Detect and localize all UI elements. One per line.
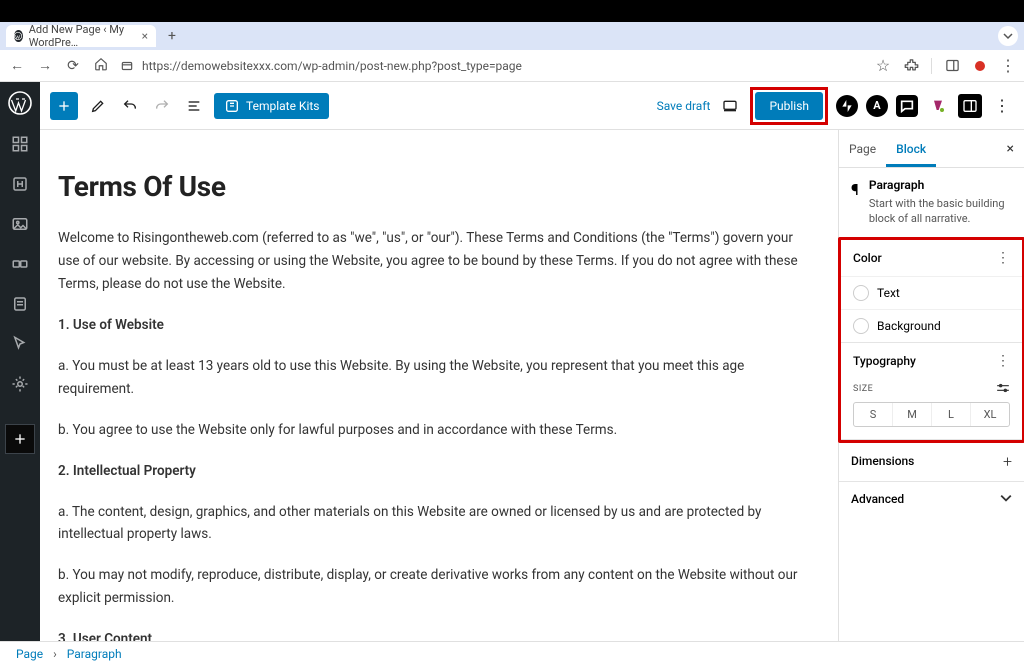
- publish-highlight: Publish: [750, 87, 828, 125]
- document-icon[interactable]: [0, 284, 40, 324]
- redo-button[interactable]: [150, 94, 174, 118]
- tab-block[interactable]: Block: [886, 130, 936, 167]
- color-text-row[interactable]: Text: [841, 276, 1022, 309]
- yoast-icon[interactable]: [926, 94, 950, 118]
- settings-sidebar: Page Block × ¶ Paragraph Start with the …: [838, 130, 1024, 641]
- section-heading-1[interactable]: 1. Use of Website: [58, 314, 798, 337]
- paragraph-block-icon: ¶: [851, 178, 859, 199]
- size-label: SIZE: [853, 384, 873, 394]
- wp-admin-sidebar: [0, 82, 40, 641]
- block-type-desc: Start with the basic building block of a…: [869, 196, 1012, 227]
- gear-icon[interactable]: [0, 364, 40, 404]
- url-text: https://demowebsitexxx.com/wp-admin/post…: [142, 59, 522, 73]
- dimensions-label: Dimensions: [851, 454, 914, 468]
- window-dropdown-button[interactable]: [998, 26, 1018, 46]
- template-kits-button[interactable]: Template Kits: [214, 93, 329, 119]
- dimensions-add-icon[interactable]: +: [1003, 452, 1012, 471]
- back-button[interactable]: ←: [8, 57, 26, 74]
- bookmark-star-icon[interactable]: ☆: [875, 58, 891, 74]
- wordpress-logo-icon[interactable]: [5, 88, 35, 118]
- section-heading-3[interactable]: 3. User Content: [58, 628, 798, 641]
- typography-heading-label: Typography: [853, 354, 916, 368]
- insert-block-button[interactable]: [50, 92, 78, 120]
- paragraph-1b[interactable]: b. You agree to use the Website only for…: [58, 419, 798, 442]
- columns-icon[interactable]: [0, 244, 40, 284]
- color-heading-label: Color: [853, 251, 882, 265]
- color-panel-header[interactable]: Color ⋮: [841, 240, 1022, 276]
- save-draft-button[interactable]: Save draft: [657, 99, 711, 113]
- template-kits-label: Template Kits: [246, 99, 319, 113]
- crumb-separator-icon: ›: [53, 647, 57, 661]
- image-icon[interactable]: [0, 204, 40, 244]
- color-options-icon[interactable]: ⋮: [996, 250, 1010, 266]
- advanced-label: Advanced: [851, 492, 904, 506]
- reload-button[interactable]: ⟳: [64, 58, 82, 74]
- paragraph-intro[interactable]: Welcome to Risingontheweb.com (referred …: [58, 227, 798, 296]
- browser-tab-title: Add New Page ‹ My WordPre…: [29, 23, 136, 49]
- font-size-presets: S M L XL: [853, 402, 1010, 427]
- crumb-block[interactable]: Paragraph: [67, 647, 122, 661]
- paragraph-1a[interactable]: a. You must be at least 13 years old to …: [58, 355, 798, 401]
- dimensions-panel-header[interactable]: Dimensions +: [839, 442, 1024, 481]
- sidebar-close-icon[interactable]: ×: [997, 141, 1024, 157]
- size-m-button[interactable]: M: [893, 403, 932, 426]
- tab-close-icon[interactable]: ×: [142, 30, 148, 42]
- extensions-icon[interactable]: [903, 58, 919, 74]
- color-background-row[interactable]: Background: [841, 309, 1022, 342]
- grid-icon[interactable]: [0, 124, 40, 164]
- color-text-label: Text: [877, 286, 900, 300]
- background-color-swatch: [853, 318, 869, 334]
- size-xl-button[interactable]: XL: [971, 403, 1009, 426]
- heading-icon[interactable]: [0, 164, 40, 204]
- browser-tab[interactable]: Add New Page ‹ My WordPre… ×: [6, 25, 156, 47]
- panel-icon[interactable]: [944, 58, 960, 74]
- crumb-page[interactable]: Page: [16, 647, 43, 661]
- text-color-swatch: [853, 285, 869, 301]
- typography-panel-header[interactable]: Typography ⋮: [841, 343, 1022, 379]
- browser-menu-icon[interactable]: ⋮: [1000, 58, 1016, 74]
- outline-button[interactable]: [182, 94, 206, 118]
- jetpack-icon[interactable]: [836, 95, 858, 117]
- advanced-panel-header[interactable]: Advanced: [839, 482, 1024, 517]
- profile-dot-icon[interactable]: [972, 58, 988, 74]
- chat-icon[interactable]: [896, 95, 918, 117]
- typography-options-icon[interactable]: ⋮: [996, 353, 1010, 369]
- browser-address-bar: ← → ⟳ https://demowebsitexxx.com/wp-admi…: [0, 50, 1024, 82]
- paragraph-2a[interactable]: a. The content, design, graphics, and ot…: [58, 501, 798, 547]
- edit-mode-icon[interactable]: [86, 94, 110, 118]
- cursor-icon[interactable]: [0, 324, 40, 364]
- options-menu-icon[interactable]: ⋮: [990, 94, 1014, 118]
- size-l-button[interactable]: L: [932, 403, 971, 426]
- forward-button[interactable]: →: [36, 57, 54, 74]
- add-block-sidebar-button[interactable]: [5, 424, 35, 454]
- color-typo-highlight: Color ⋮ Text Background: [838, 237, 1024, 443]
- site-info-icon[interactable]: [120, 59, 134, 73]
- undo-button[interactable]: [118, 94, 142, 118]
- size-custom-icon[interactable]: [996, 383, 1010, 396]
- color-background-label: Background: [877, 319, 941, 333]
- editor-toolbar: Template Kits Save draft Publish A ⋮: [40, 82, 1024, 130]
- home-button[interactable]: [92, 57, 110, 75]
- url-box[interactable]: https://demowebsitexxx.com/wp-admin/post…: [120, 59, 865, 73]
- publish-button[interactable]: Publish: [755, 92, 823, 120]
- size-s-button[interactable]: S: [854, 403, 893, 426]
- astra-icon[interactable]: A: [866, 95, 888, 117]
- settings-sidebar-toggle[interactable]: [958, 94, 982, 118]
- editor-canvas[interactable]: Terms Of Use Welcome to Risingontheweb.c…: [40, 130, 838, 641]
- new-tab-button[interactable]: +: [162, 26, 182, 46]
- block-type-title: Paragraph: [869, 178, 1012, 192]
- window-blackbar: [0, 0, 1024, 22]
- wordpress-favicon-icon: [14, 30, 23, 42]
- chevron-down-icon: [1000, 492, 1012, 507]
- preview-icon[interactable]: [718, 94, 742, 118]
- tab-page[interactable]: Page: [839, 130, 886, 167]
- block-breadcrumb: Page › Paragraph: [0, 641, 1024, 665]
- section-heading-2[interactable]: 2. Intellectual Property: [58, 460, 798, 483]
- page-title[interactable]: Terms Of Use: [58, 170, 798, 203]
- browser-tabstrip: Add New Page ‹ My WordPre… × +: [0, 22, 1024, 50]
- paragraph-2b[interactable]: b. You may not modify, reproduce, distri…: [58, 564, 798, 610]
